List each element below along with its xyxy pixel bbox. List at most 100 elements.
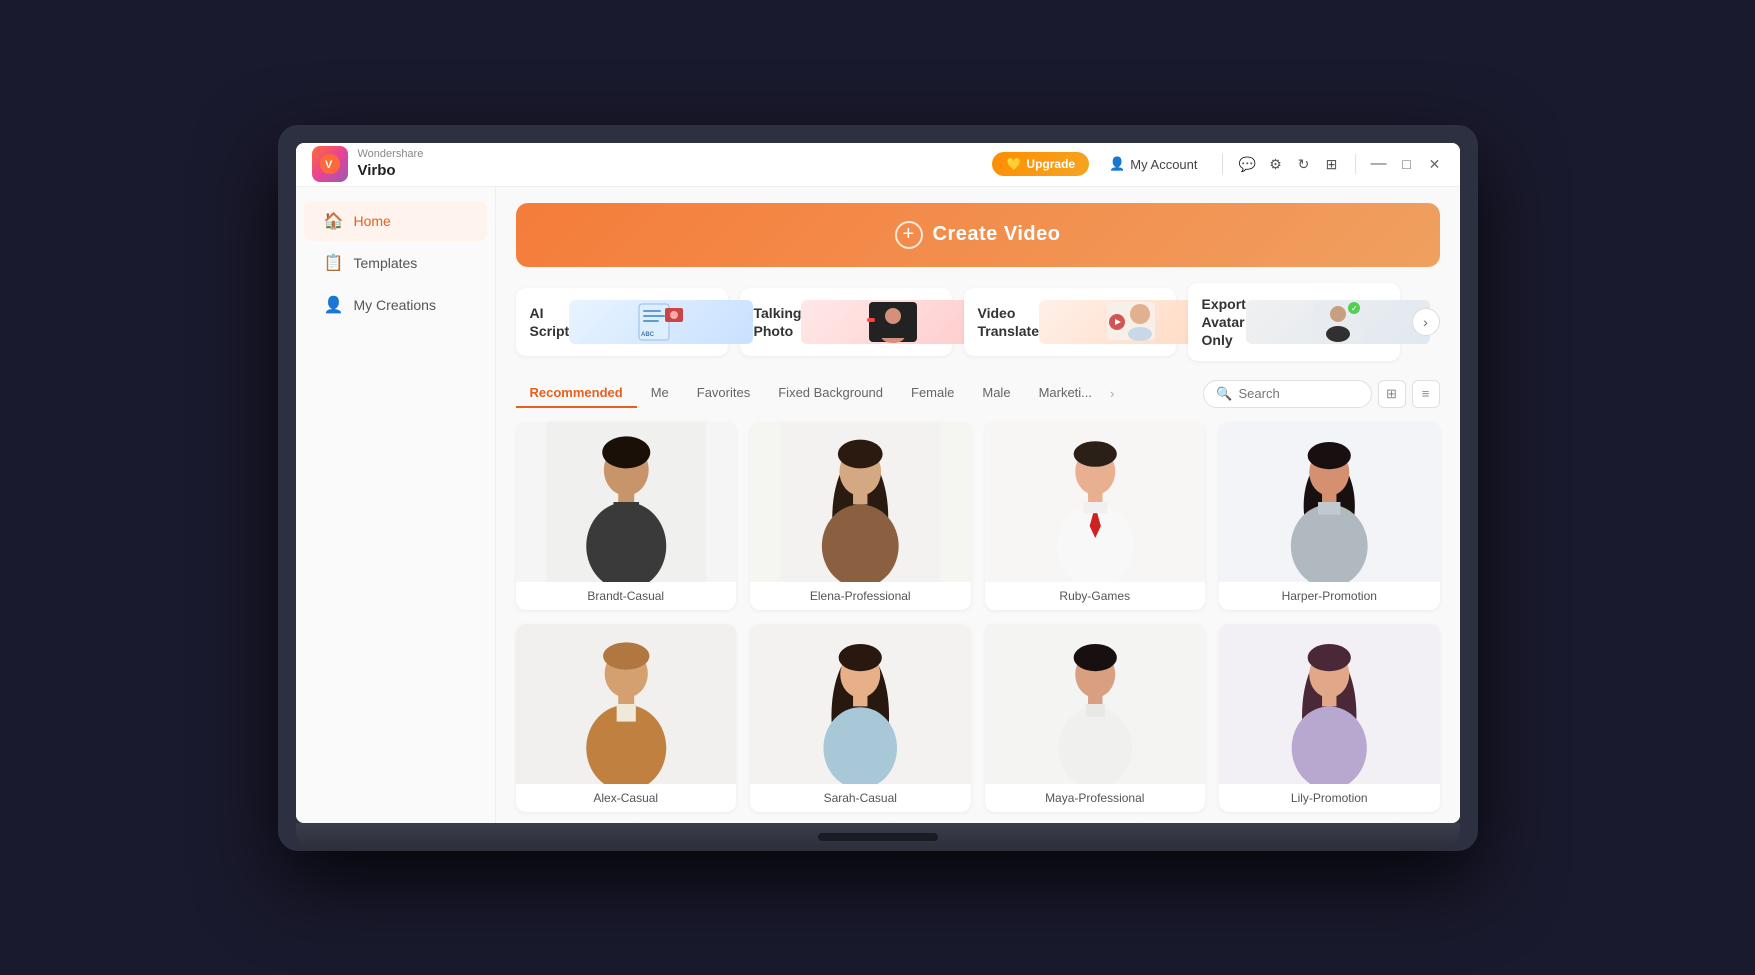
- title-bar-left: V Wondershare Virbo: [312, 146, 424, 182]
- avatar-name-brandt: Brandt-Casual: [516, 582, 737, 610]
- close-button[interactable]: ✕: [1426, 155, 1444, 173]
- export-avatar-label-line2: Avatar Only: [1202, 313, 1246, 349]
- avatar-image-elena: [750, 422, 971, 582]
- maximize-button[interactable]: □: [1398, 155, 1416, 173]
- upgrade-button[interactable]: 💛 Upgrade: [992, 152, 1089, 176]
- divider: [1222, 154, 1223, 174]
- tab-fixed-background[interactable]: Fixed Background: [764, 379, 897, 408]
- feature-card-export-avatar[interactable]: Export Avatar Only ✓: [1188, 283, 1400, 362]
- avatar-grid: Brandt-Casual: [516, 422, 1440, 812]
- sidebar-item-templates[interactable]: 📋 Templates: [304, 243, 487, 283]
- templates-icon: 📋: [324, 253, 344, 273]
- tab-recommended[interactable]: Recommended: [516, 379, 637, 408]
- avatar-name-sarah: Sarah-Casual: [750, 784, 971, 812]
- tabs-more-button[interactable]: ›: [1106, 380, 1118, 407]
- avatar-name-alex: Alex-Casual: [516, 784, 737, 812]
- refresh-icon[interactable]: ↻: [1295, 155, 1313, 173]
- search-input-wrap: 🔍: [1203, 380, 1371, 408]
- avatar-image-ruby: [985, 422, 1206, 582]
- create-video-button[interactable]: + Create Video: [516, 203, 1440, 267]
- settings-icon[interactable]: ⚙: [1267, 155, 1285, 173]
- avatar-image-lily: [1219, 624, 1440, 784]
- export-avatar-thumbnail: ✓: [1246, 300, 1430, 344]
- avatar-card-harper[interactable]: Harper-Promotion: [1219, 422, 1440, 610]
- my-account-label: My Account: [1130, 157, 1197, 172]
- search-input[interactable]: [1239, 386, 1359, 401]
- grid-icon[interactable]: ⊞: [1323, 155, 1341, 173]
- avatar-card-ruby[interactable]: Ruby-Games: [985, 422, 1206, 610]
- content-area: + Create Video AI Script: [496, 187, 1460, 823]
- search-box: 🔍 ⊞ ≡: [1203, 380, 1439, 408]
- my-account-button[interactable]: 👤 My Account: [1101, 152, 1205, 176]
- title-bar: V Wondershare Virbo 💛 Upgrade 👤 My Accou…: [296, 143, 1460, 187]
- sidebar-templates-label: Templates: [354, 255, 418, 271]
- tab-me[interactable]: Me: [637, 379, 683, 408]
- home-icon: 🏠: [324, 211, 344, 231]
- export-avatar-label-line1: Export: [1202, 295, 1246, 313]
- svg-text:V: V: [325, 159, 333, 171]
- message-icon[interactable]: 💬: [1239, 155, 1257, 173]
- sidebar-home-label: Home: [354, 213, 391, 229]
- grid-view-toggle[interactable]: ⊞: [1378, 380, 1406, 408]
- sidebar-creations-label: My Creations: [354, 297, 436, 313]
- app-brand: Wondershare: [358, 148, 424, 161]
- avatar-image-harper: [1219, 422, 1440, 582]
- sidebar-item-home[interactable]: 🏠 Home: [304, 201, 487, 241]
- list-view-toggle[interactable]: ≡: [1412, 380, 1440, 408]
- video-translate-label-line1: Video: [978, 304, 1039, 322]
- tab-female[interactable]: Female: [897, 379, 968, 408]
- avatar-card-maya[interactable]: Maya-Professional: [985, 624, 1206, 812]
- video-translate-label-line2: Translate: [978, 322, 1039, 340]
- avatar-image-brandt: [516, 422, 737, 582]
- avatar-image-alex: [516, 624, 737, 784]
- feature-cards-row: AI Script ABC: [516, 283, 1440, 362]
- tab-favorites[interactable]: Favorites: [683, 379, 764, 408]
- ai-script-thumbnail: ABC: [569, 300, 753, 344]
- svg-text:✓: ✓: [1351, 304, 1358, 313]
- avatar-name-lily: Lily-Promotion: [1219, 784, 1440, 812]
- app-title: Virbo: [358, 162, 424, 180]
- account-icon: 👤: [1109, 156, 1125, 172]
- talking-photo-thumbnail: [801, 300, 985, 344]
- avatar-card-alex[interactable]: Alex-Casual: [516, 624, 737, 812]
- sidebar-item-my-creations[interactable]: 👤 My Creations: [304, 285, 487, 325]
- upgrade-label: Upgrade: [1026, 157, 1075, 171]
- feature-card-talking-photo[interactable]: Talking Photo: [740, 288, 952, 356]
- title-bar-right: 💛 Upgrade 👤 My Account 💬 ⚙ ↻ ⊞ — □ ✕: [992, 152, 1443, 176]
- avatar-name-ruby: Ruby-Games: [985, 582, 1206, 610]
- minimize-button[interactable]: —: [1370, 155, 1388, 173]
- laptop-frame: V Wondershare Virbo 💛 Upgrade 👤 My Accou…: [278, 125, 1478, 851]
- feature-card-ai-script[interactable]: AI Script ABC: [516, 288, 728, 356]
- filter-tabs-bar: Recommended Me Favorites Fixed Backgroun…: [516, 379, 1440, 408]
- my-creations-icon: 👤: [324, 295, 344, 315]
- ai-script-label: AI Script: [530, 304, 570, 340]
- upgrade-icon: 💛: [1006, 157, 1021, 171]
- create-video-label: Create Video: [933, 223, 1061, 246]
- avatar-name-harper: Harper-Promotion: [1219, 582, 1440, 610]
- tab-marketing[interactable]: Marketi...: [1025, 379, 1106, 408]
- avatar-image-maya: [985, 624, 1206, 784]
- feature-cards-next-button[interactable]: ›: [1412, 308, 1440, 336]
- app-window: V Wondershare Virbo 💛 Upgrade 👤 My Accou…: [296, 143, 1460, 823]
- avatar-card-elena[interactable]: Elena-Professional: [750, 422, 971, 610]
- feature-card-video-translate[interactable]: Video Translate: [964, 288, 1176, 356]
- laptop-notch: [818, 833, 938, 841]
- avatar-image-sarah: [750, 624, 971, 784]
- title-icons: 💬 ⚙ ↻ ⊞ — □ ✕: [1239, 154, 1444, 174]
- divider2: [1355, 154, 1356, 174]
- avatar-card-sarah[interactable]: Sarah-Casual: [750, 624, 971, 812]
- avatar-card-brandt[interactable]: Brandt-Casual: [516, 422, 737, 610]
- app-logo: V: [312, 146, 348, 182]
- laptop-base: [296, 823, 1460, 851]
- main-layout: 🏠 Home 📋 Templates 👤 My Creations +: [296, 187, 1460, 823]
- app-name-block: Wondershare Virbo: [358, 148, 424, 179]
- avatar-name-elena: Elena-Professional: [750, 582, 971, 610]
- talking-photo-label: Talking Photo: [754, 304, 802, 340]
- plus-icon: +: [895, 221, 923, 249]
- search-icon: 🔍: [1216, 386, 1232, 402]
- avatar-card-lily[interactable]: Lily-Promotion: [1219, 624, 1440, 812]
- svg-text:ABC: ABC: [641, 332, 655, 338]
- tab-male[interactable]: Male: [968, 379, 1024, 408]
- avatar-name-maya: Maya-Professional: [985, 784, 1206, 812]
- sidebar: 🏠 Home 📋 Templates 👤 My Creations: [296, 187, 496, 823]
